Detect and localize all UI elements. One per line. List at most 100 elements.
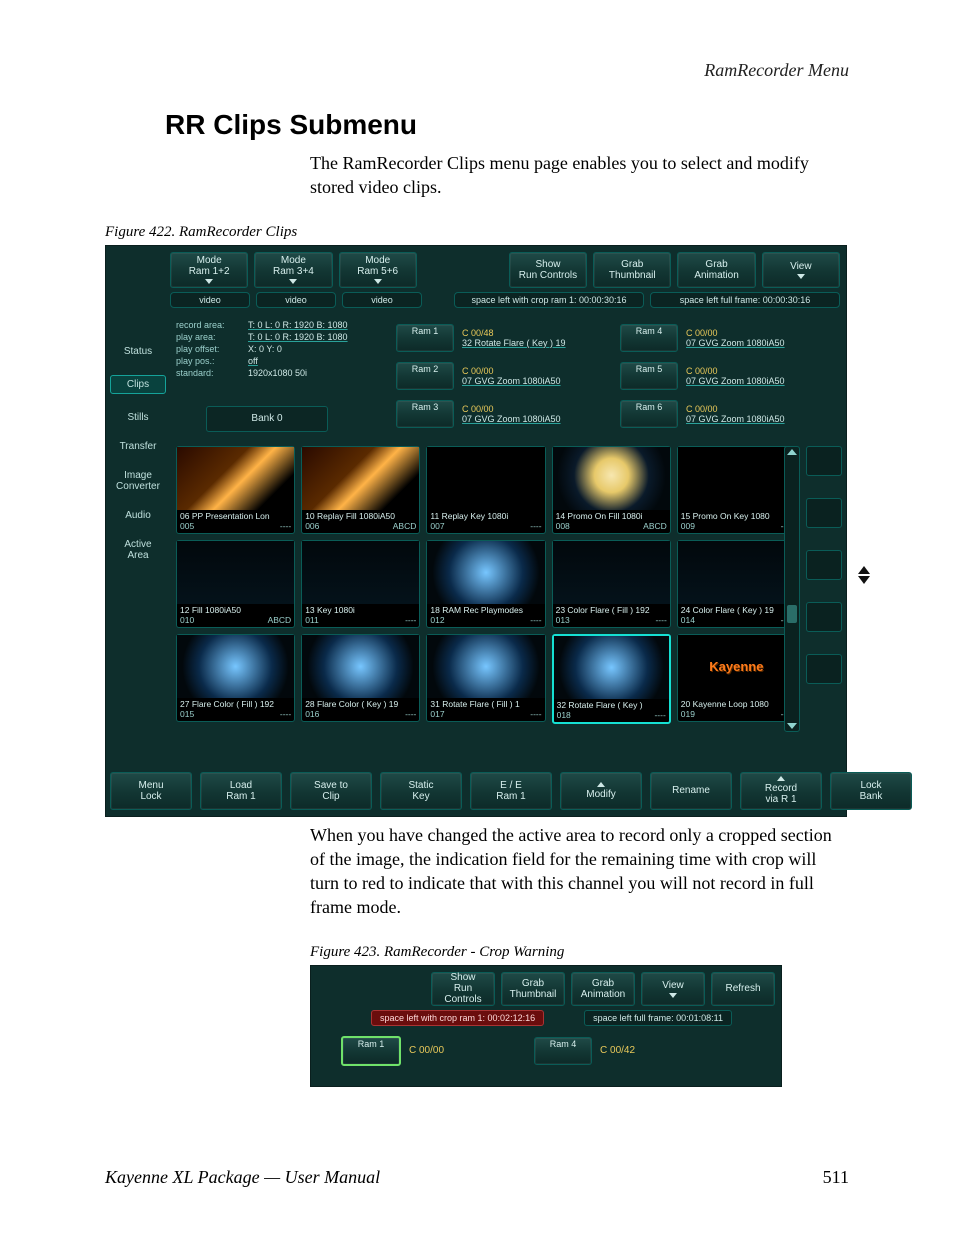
right-slot[interactable] xyxy=(806,498,842,528)
clip-preview-image xyxy=(554,636,669,699)
ram-5-button[interactable]: Ram 5 xyxy=(620,362,678,390)
value: 07 GVG Zoom 1080iA50 xyxy=(462,414,561,424)
left-rail: Status Clips Stills Transfer Image Conve… xyxy=(110,346,166,561)
label: Mode xyxy=(344,255,412,266)
label: play area: xyxy=(176,332,242,342)
clip-meta: ABCD xyxy=(643,521,667,531)
label: View xyxy=(767,261,835,272)
ram-3-button[interactable]: Ram 3 xyxy=(396,400,454,428)
clip-preview-image xyxy=(177,447,294,510)
clip-thumbnail[interactable]: 28 Flare Color ( Key ) 19016---- xyxy=(301,634,420,722)
modify-button[interactable]: Modify xyxy=(560,772,642,810)
refresh-button[interactable]: Refresh xyxy=(711,972,775,1006)
label: Ram 5+6 xyxy=(344,266,412,277)
grab-thumbnail-button[interactable]: Grab Thumbnail xyxy=(593,252,671,288)
rename-button[interactable]: Rename xyxy=(650,772,732,810)
space-left-fullframe-pill: space left full frame: 00:00:30:16 xyxy=(650,292,840,308)
knob-indicator xyxy=(852,566,876,602)
right-slot[interactable] xyxy=(806,602,842,632)
label: Mode xyxy=(259,255,327,266)
clip-id: 007 xyxy=(430,521,444,531)
scroll-handle[interactable] xyxy=(787,605,797,623)
clip-thumbnail[interactable]: 31 Rotate Flare ( Fill ) 1017---- xyxy=(426,634,545,722)
label: Grab xyxy=(576,978,630,989)
ram-4-counter: C 00/42 xyxy=(600,1045,635,1056)
rail-audio[interactable]: Audio xyxy=(110,510,166,521)
clip-thumbnail[interactable]: 32 Rotate Flare ( Key )018---- xyxy=(552,634,671,724)
view-button[interactable]: View xyxy=(762,252,840,288)
clip-title: 11 Replay Key 1080i xyxy=(427,510,544,521)
clip-thumbnail[interactable]: 13 Key 1080i011---- xyxy=(301,540,420,628)
mode-ram56-button[interactable]: Mode Ram 5+6 xyxy=(339,252,417,288)
bank-indicator[interactable]: Bank 0 xyxy=(206,406,328,432)
clip-thumbnail[interactable]: 06 PP Presentation Lon005---- xyxy=(176,446,295,534)
clip-preview-image xyxy=(553,447,670,510)
static-key-button[interactable]: StaticKey xyxy=(380,772,462,810)
mode-ram12-button[interactable]: Mode Ram 1+2 xyxy=(170,252,248,288)
ram-2-button[interactable]: Ram 2 xyxy=(396,362,454,390)
clip-id: 017 xyxy=(430,709,444,719)
view-button[interactable]: View xyxy=(641,972,705,1006)
ram-4-button[interactable]: Ram 4 xyxy=(534,1037,592,1065)
scroll-down-icon[interactable] xyxy=(787,723,797,729)
grab-animation-button[interactable]: GrabAnimation xyxy=(571,972,635,1006)
clip-thumbnail[interactable]: 15 Promo On Key 1080009---- xyxy=(677,446,796,534)
clip-thumbnail[interactable]: 14 Promo On Fill 1080i008ABCD xyxy=(552,446,671,534)
ram-1-button[interactable]: Ram 1 xyxy=(396,324,454,352)
label: Ram 1+2 xyxy=(175,266,243,277)
scroll-up-icon[interactable] xyxy=(787,449,797,455)
clip-meta: ---- xyxy=(280,709,291,719)
clip-meta: ABCD xyxy=(268,615,292,625)
clip-meta: ABCD xyxy=(393,521,417,531)
ram-6-button[interactable]: Ram 6 xyxy=(620,400,678,428)
label: Show xyxy=(514,259,582,270)
rail-stills[interactable]: Stills xyxy=(110,412,166,423)
label: Lock xyxy=(115,791,187,802)
lock-bank-button[interactable]: LockBank xyxy=(830,772,912,810)
grab-animation-button[interactable]: Grab Animation xyxy=(677,252,755,288)
label: Thumbnail xyxy=(598,270,666,281)
rail-transfer[interactable]: Transfer xyxy=(110,441,166,452)
clip-meta: ---- xyxy=(405,709,416,719)
clip-preview-image xyxy=(678,541,795,604)
show-run-controls-button[interactable]: ShowRun Controls xyxy=(431,972,495,1006)
rail-status[interactable]: Status xyxy=(110,346,166,357)
right-slot[interactable] xyxy=(806,550,842,580)
clip-thumbnail[interactable]: 10 Replay Fill 1080iA50006ABCD xyxy=(301,446,420,534)
clip-thumbnail[interactable]: 11 Replay Key 1080i007---- xyxy=(426,446,545,534)
clip-thumbnail[interactable]: Kayenne20 Kayenne Loop 1080019---- xyxy=(677,634,796,722)
clip-thumbnail[interactable]: 18 RAM Rec Playmodes012---- xyxy=(426,540,545,628)
ram-4-readout: C 00/0007 GVG Zoom 1080iA50 xyxy=(686,328,836,348)
right-slot[interactable] xyxy=(806,654,842,684)
ram-4-button[interactable]: Ram 4 xyxy=(620,324,678,352)
video-pill-1[interactable]: video xyxy=(170,292,250,308)
clip-thumbnail[interactable]: 12 Fill 1080iA50010ABCD xyxy=(176,540,295,628)
ram-1-button[interactable]: Ram 1 xyxy=(341,1036,401,1066)
right-slot[interactable] xyxy=(806,446,842,476)
load-button[interactable]: LoadRam 1 xyxy=(200,772,282,810)
clip-thumbnail[interactable]: 24 Color Flare ( Key ) 19014---- xyxy=(677,540,796,628)
label: Area xyxy=(127,550,148,561)
rail-clips[interactable]: Clips xyxy=(110,375,166,394)
thumbnail-scrollbar[interactable] xyxy=(784,446,800,732)
rail-image-converter[interactable]: Image Converter xyxy=(110,470,166,492)
show-run-controls-button[interactable]: Show Run Controls xyxy=(509,252,587,288)
ram-3-readout: C 00/0007 GVG Zoom 1080iA50 xyxy=(462,404,612,424)
video-pill-2[interactable]: video xyxy=(256,292,336,308)
clip-title: 15 Promo On Key 1080 xyxy=(678,510,795,521)
mode-ram34-button[interactable]: Mode Ram 3+4 xyxy=(254,252,332,288)
label: record area: xyxy=(176,320,242,330)
value: 07 GVG Zoom 1080iA50 xyxy=(462,376,561,386)
video-pill-3[interactable]: video xyxy=(342,292,422,308)
label: via R 1 xyxy=(745,794,817,805)
menu-lock-button[interactable]: MenuLock xyxy=(110,772,192,810)
clip-thumbnail[interactable]: 23 Color Flare ( Fill ) 192013---- xyxy=(552,540,671,628)
ee-button[interactable]: E / ERam 1 xyxy=(470,772,552,810)
rail-active-area[interactable]: Active Area xyxy=(110,539,166,561)
save-to-clip-button[interactable]: Save toClip xyxy=(290,772,372,810)
label: Run Controls xyxy=(436,983,490,1005)
record-button[interactable]: Recordvia R 1 xyxy=(740,772,822,810)
clip-preview-image xyxy=(177,635,294,698)
grab-thumbnail-button[interactable]: GrabThumbnail xyxy=(501,972,565,1006)
clip-thumbnail[interactable]: 27 Flare Color ( Fill ) 192015---- xyxy=(176,634,295,722)
